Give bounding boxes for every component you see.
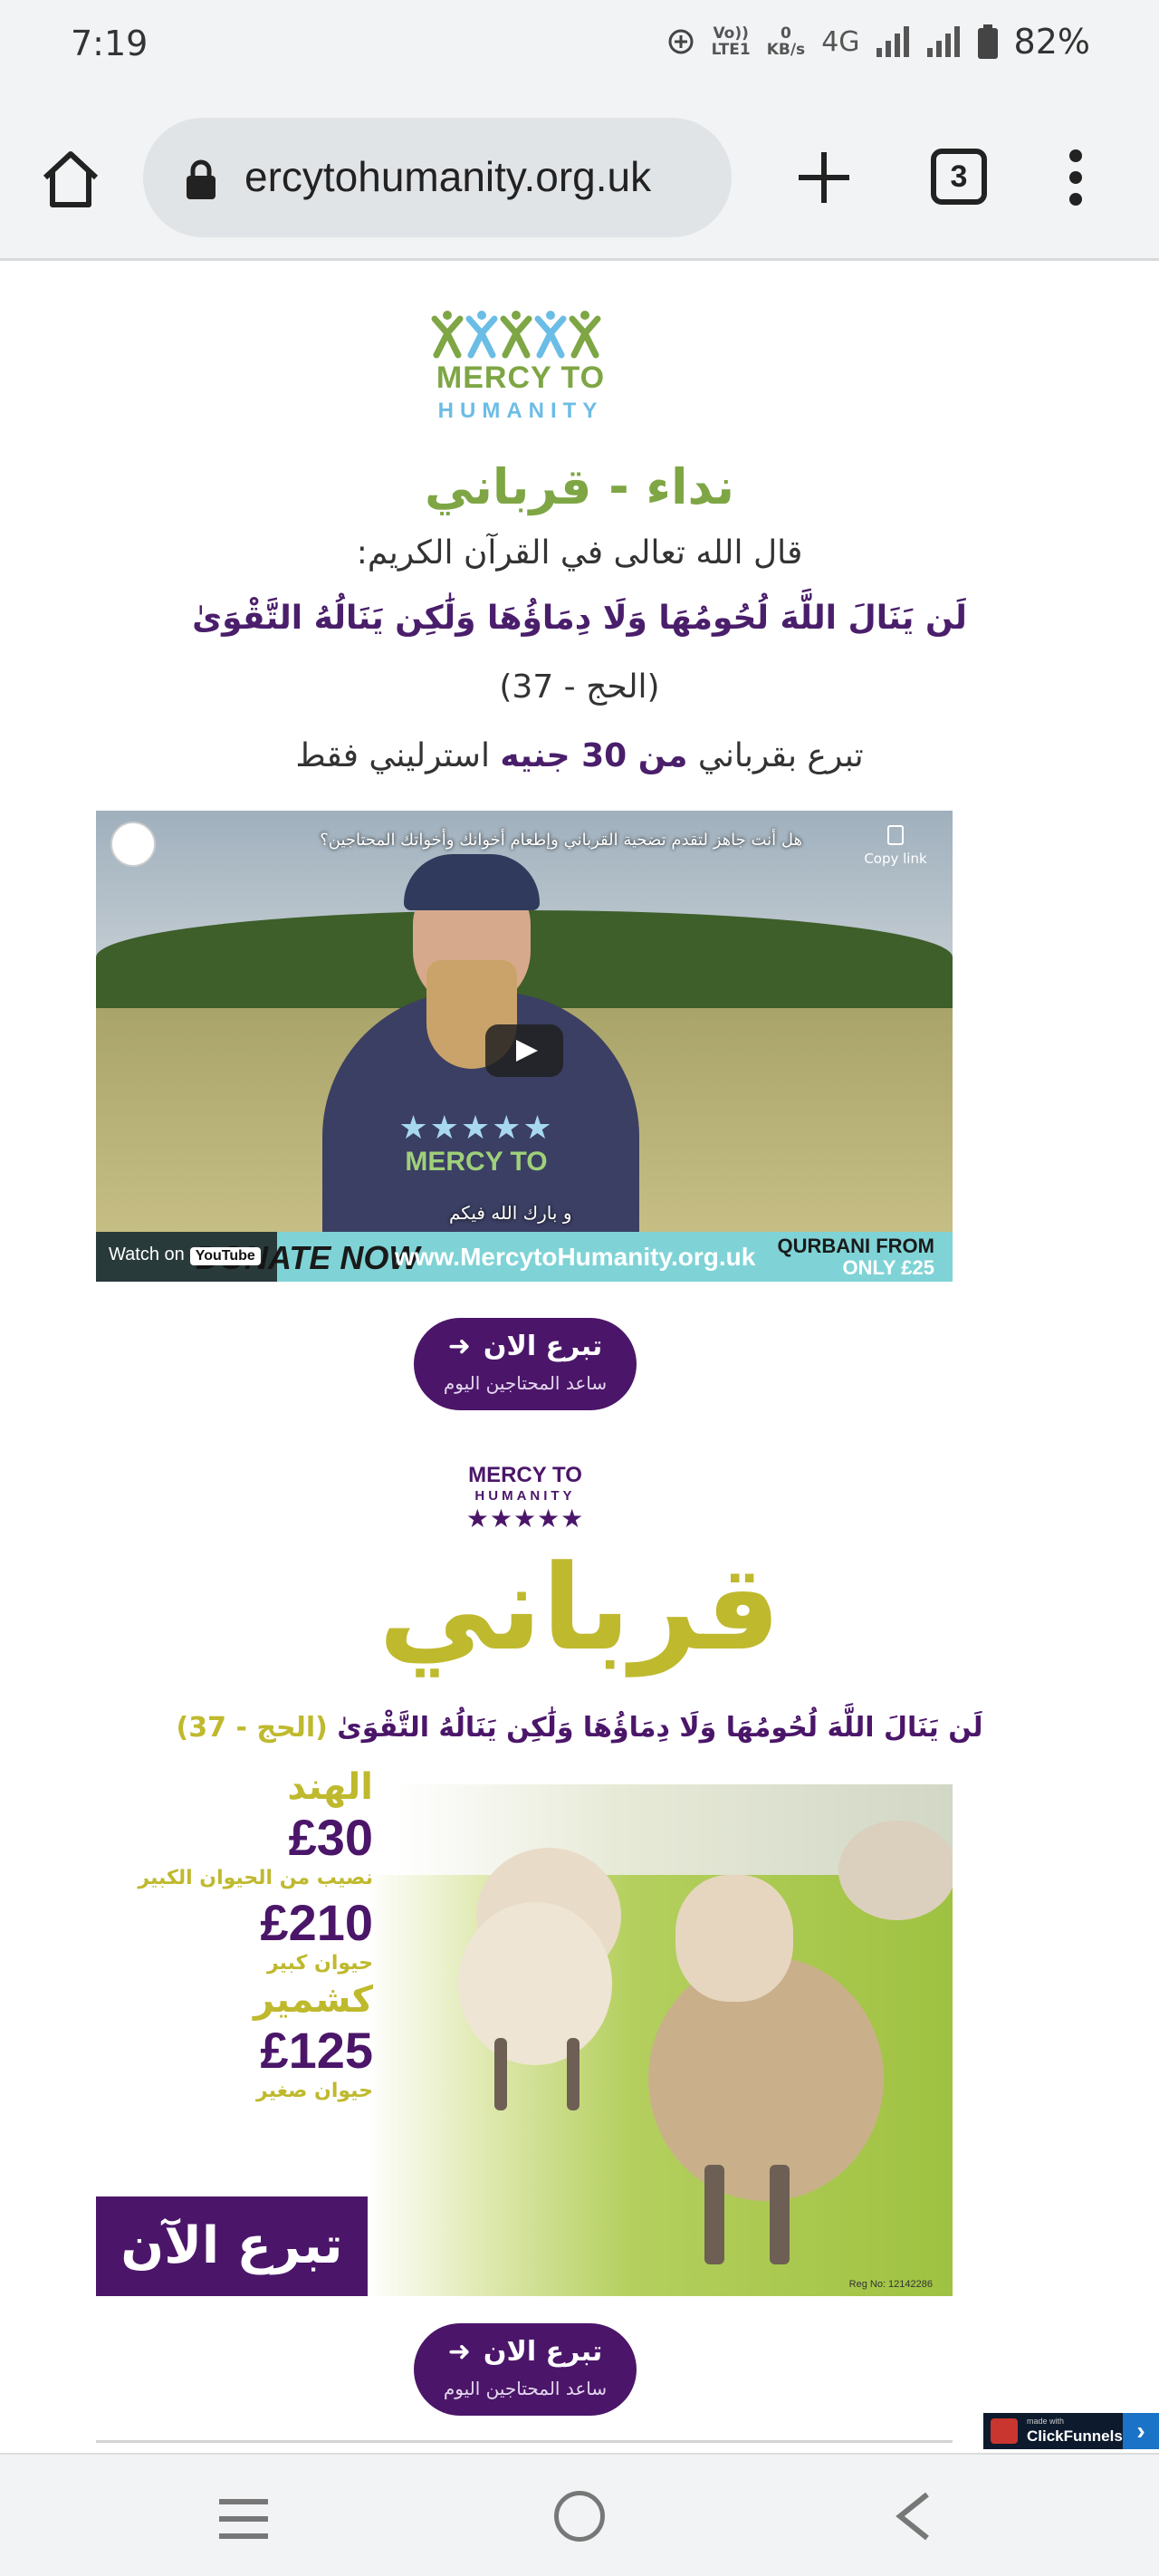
system-navigation-bar xyxy=(0,2453,1159,2576)
logo-subtitle: HUMANITY xyxy=(437,399,604,423)
donate-amount-highlight: من 30 جنيه xyxy=(500,737,688,774)
signal-icon xyxy=(876,26,909,57)
poster-ayah-reference: (الحج - 37) xyxy=(176,1712,328,1744)
home-icon[interactable] xyxy=(38,147,103,212)
play-button[interactable] xyxy=(485,1024,563,1077)
clickfunnels-logo-icon xyxy=(991,2418,1018,2444)
donate-now-button-2[interactable]: تبرع الان ➜ ساعد المحتاجين اليوم xyxy=(414,2323,637,2416)
browser-toolbar: ercytohumanity.org.uk 3 xyxy=(0,94,1159,261)
qurbani-poster[interactable]: الهند £30 نصيب من الحيوان الكبير £210 حي… xyxy=(96,1766,953,2296)
stars-people-icon xyxy=(431,311,601,359)
watch-on-youtube-button[interactable]: Watch on YouTube xyxy=(96,1232,277,1282)
hoodie-logo: ★★★★★ MERCY TO xyxy=(386,1110,567,1177)
poster-donate-now[interactable]: تبرع الآن xyxy=(96,2196,368,2296)
donate-now-button[interactable]: تبرع الان ➜ ساعد المحتاجين اليوم xyxy=(414,1318,637,1410)
donate-from-text: تبرع بقرباني من 30 جنيه استرليني فقط xyxy=(295,737,864,774)
donate-button-label: تبرع الان xyxy=(483,1331,603,1362)
poster-reg-number: Reg No: 12142286 xyxy=(848,2279,933,2290)
sheep-main-head xyxy=(675,1875,793,2002)
status-bar: 7:19 Vo)) LTE1 0 KB/s 4G 82% xyxy=(0,0,1159,94)
price-item-india: الهند £30 نصيب من الحيوان الكبير xyxy=(138,1766,373,1889)
divider xyxy=(96,2440,953,2443)
video-caption: و بارك الله فيكم xyxy=(449,1202,572,1224)
lock-icon xyxy=(187,159,216,199)
volte-indicator: Vo)) LTE1 xyxy=(711,24,751,59)
arrow-right-icon-2: ➜ xyxy=(447,2336,471,2368)
poster-ayah: لَن يَنَالَ اللَّهَ لُحُومُهَا وَلَا دِم… xyxy=(0,1712,1159,1744)
battery-icon xyxy=(977,24,998,59)
clickfunnels-badge[interactable]: made with ClickFunnels › xyxy=(983,2413,1159,2449)
mercy-to-humanity-logo[interactable]: MERCY TO HUMANITY xyxy=(426,310,616,428)
youtube-logo-icon: YouTube xyxy=(189,1247,261,1265)
poster-ayah-text: لَن يَنَالَ اللَّهَ لُحُومُهَا وَلَا دِم… xyxy=(337,1712,983,1744)
data-saver-icon xyxy=(668,29,694,54)
arrow-right-icon: ➜ xyxy=(447,1331,471,1362)
logo-title: MERCY TO xyxy=(436,360,606,395)
ayah-reference: (الحج - 37) xyxy=(499,668,660,706)
quran-intro-text: قال الله تعالى في القرآن الكريم: xyxy=(356,534,803,572)
youtube-video-embed[interactable]: ★★★★★ MERCY TO هل أنت جاهز لتقدم تضحية ا… xyxy=(96,811,953,1282)
new-tab-icon[interactable] xyxy=(793,143,855,212)
sheep-middle xyxy=(458,1902,612,2065)
overflow-menu-icon[interactable] xyxy=(1065,149,1087,207)
video-title[interactable]: هل أنت جاهز لتقدم تضحية القرباني وإطعام … xyxy=(168,831,802,850)
recents-icon[interactable] xyxy=(217,2498,270,2540)
ayah-text: لَن يَنَالَ اللَّهَ لُحُومُهَا وَلَا دِم… xyxy=(192,600,967,637)
back-icon[interactable] xyxy=(891,2491,936,2542)
chevron-right-icon[interactable]: › xyxy=(1123,2413,1159,2449)
copy-icon xyxy=(887,825,904,845)
network-type: 4G xyxy=(821,25,860,58)
address-bar[interactable]: ercytohumanity.org.uk xyxy=(143,118,732,237)
donate-button-sublabel: ساعد المحتاجين اليوم xyxy=(443,1372,608,1394)
url-text: ercytohumanity.org.uk xyxy=(244,153,652,200)
copy-link-button[interactable]: Copy link xyxy=(862,825,929,867)
banner-url: www.MercytoHumanity.org.uk xyxy=(395,1243,756,1271)
data-speed-indicator: 0 KB/s xyxy=(766,24,806,59)
poster-headline: قرباني xyxy=(378,1539,781,1677)
mercy-to-humanity-logo-2: MERCY TO HUMANITY ★★★★★ xyxy=(462,1463,589,1533)
channel-avatar[interactable] xyxy=(110,822,156,867)
price-item-kashmir: كشمير £125 حيوان صغير xyxy=(254,1979,373,2102)
price-item-large: £210 حيوان كبير xyxy=(260,1894,373,1975)
status-time: 7:19 xyxy=(71,24,148,63)
battery-percentage: 82% xyxy=(1013,22,1090,62)
stars-people-icon-2: ★★★★★ xyxy=(465,1504,585,1533)
banner-qurbani-from: QURBANI FROM ONLY £25 xyxy=(777,1235,934,1279)
donate-button-label-2: تبرع الان xyxy=(483,2336,603,2368)
status-icons: Vo)) LTE1 0 KB/s 4G 82% xyxy=(666,22,1090,62)
sheep-background-2 xyxy=(838,1821,953,1920)
signal-icon-sim2 xyxy=(926,26,960,57)
hoodie-stars-icon: ★★★★★ xyxy=(398,1110,554,1147)
video-presenter-cap xyxy=(404,854,540,910)
home-nav-icon[interactable] xyxy=(554,2491,605,2542)
donate-button-sublabel-2: ساعد المحتاجين اليوم xyxy=(443,2378,608,2399)
tab-switcher-button[interactable]: 3 xyxy=(931,149,987,205)
page-heading: نداء - قرباني xyxy=(424,458,734,515)
